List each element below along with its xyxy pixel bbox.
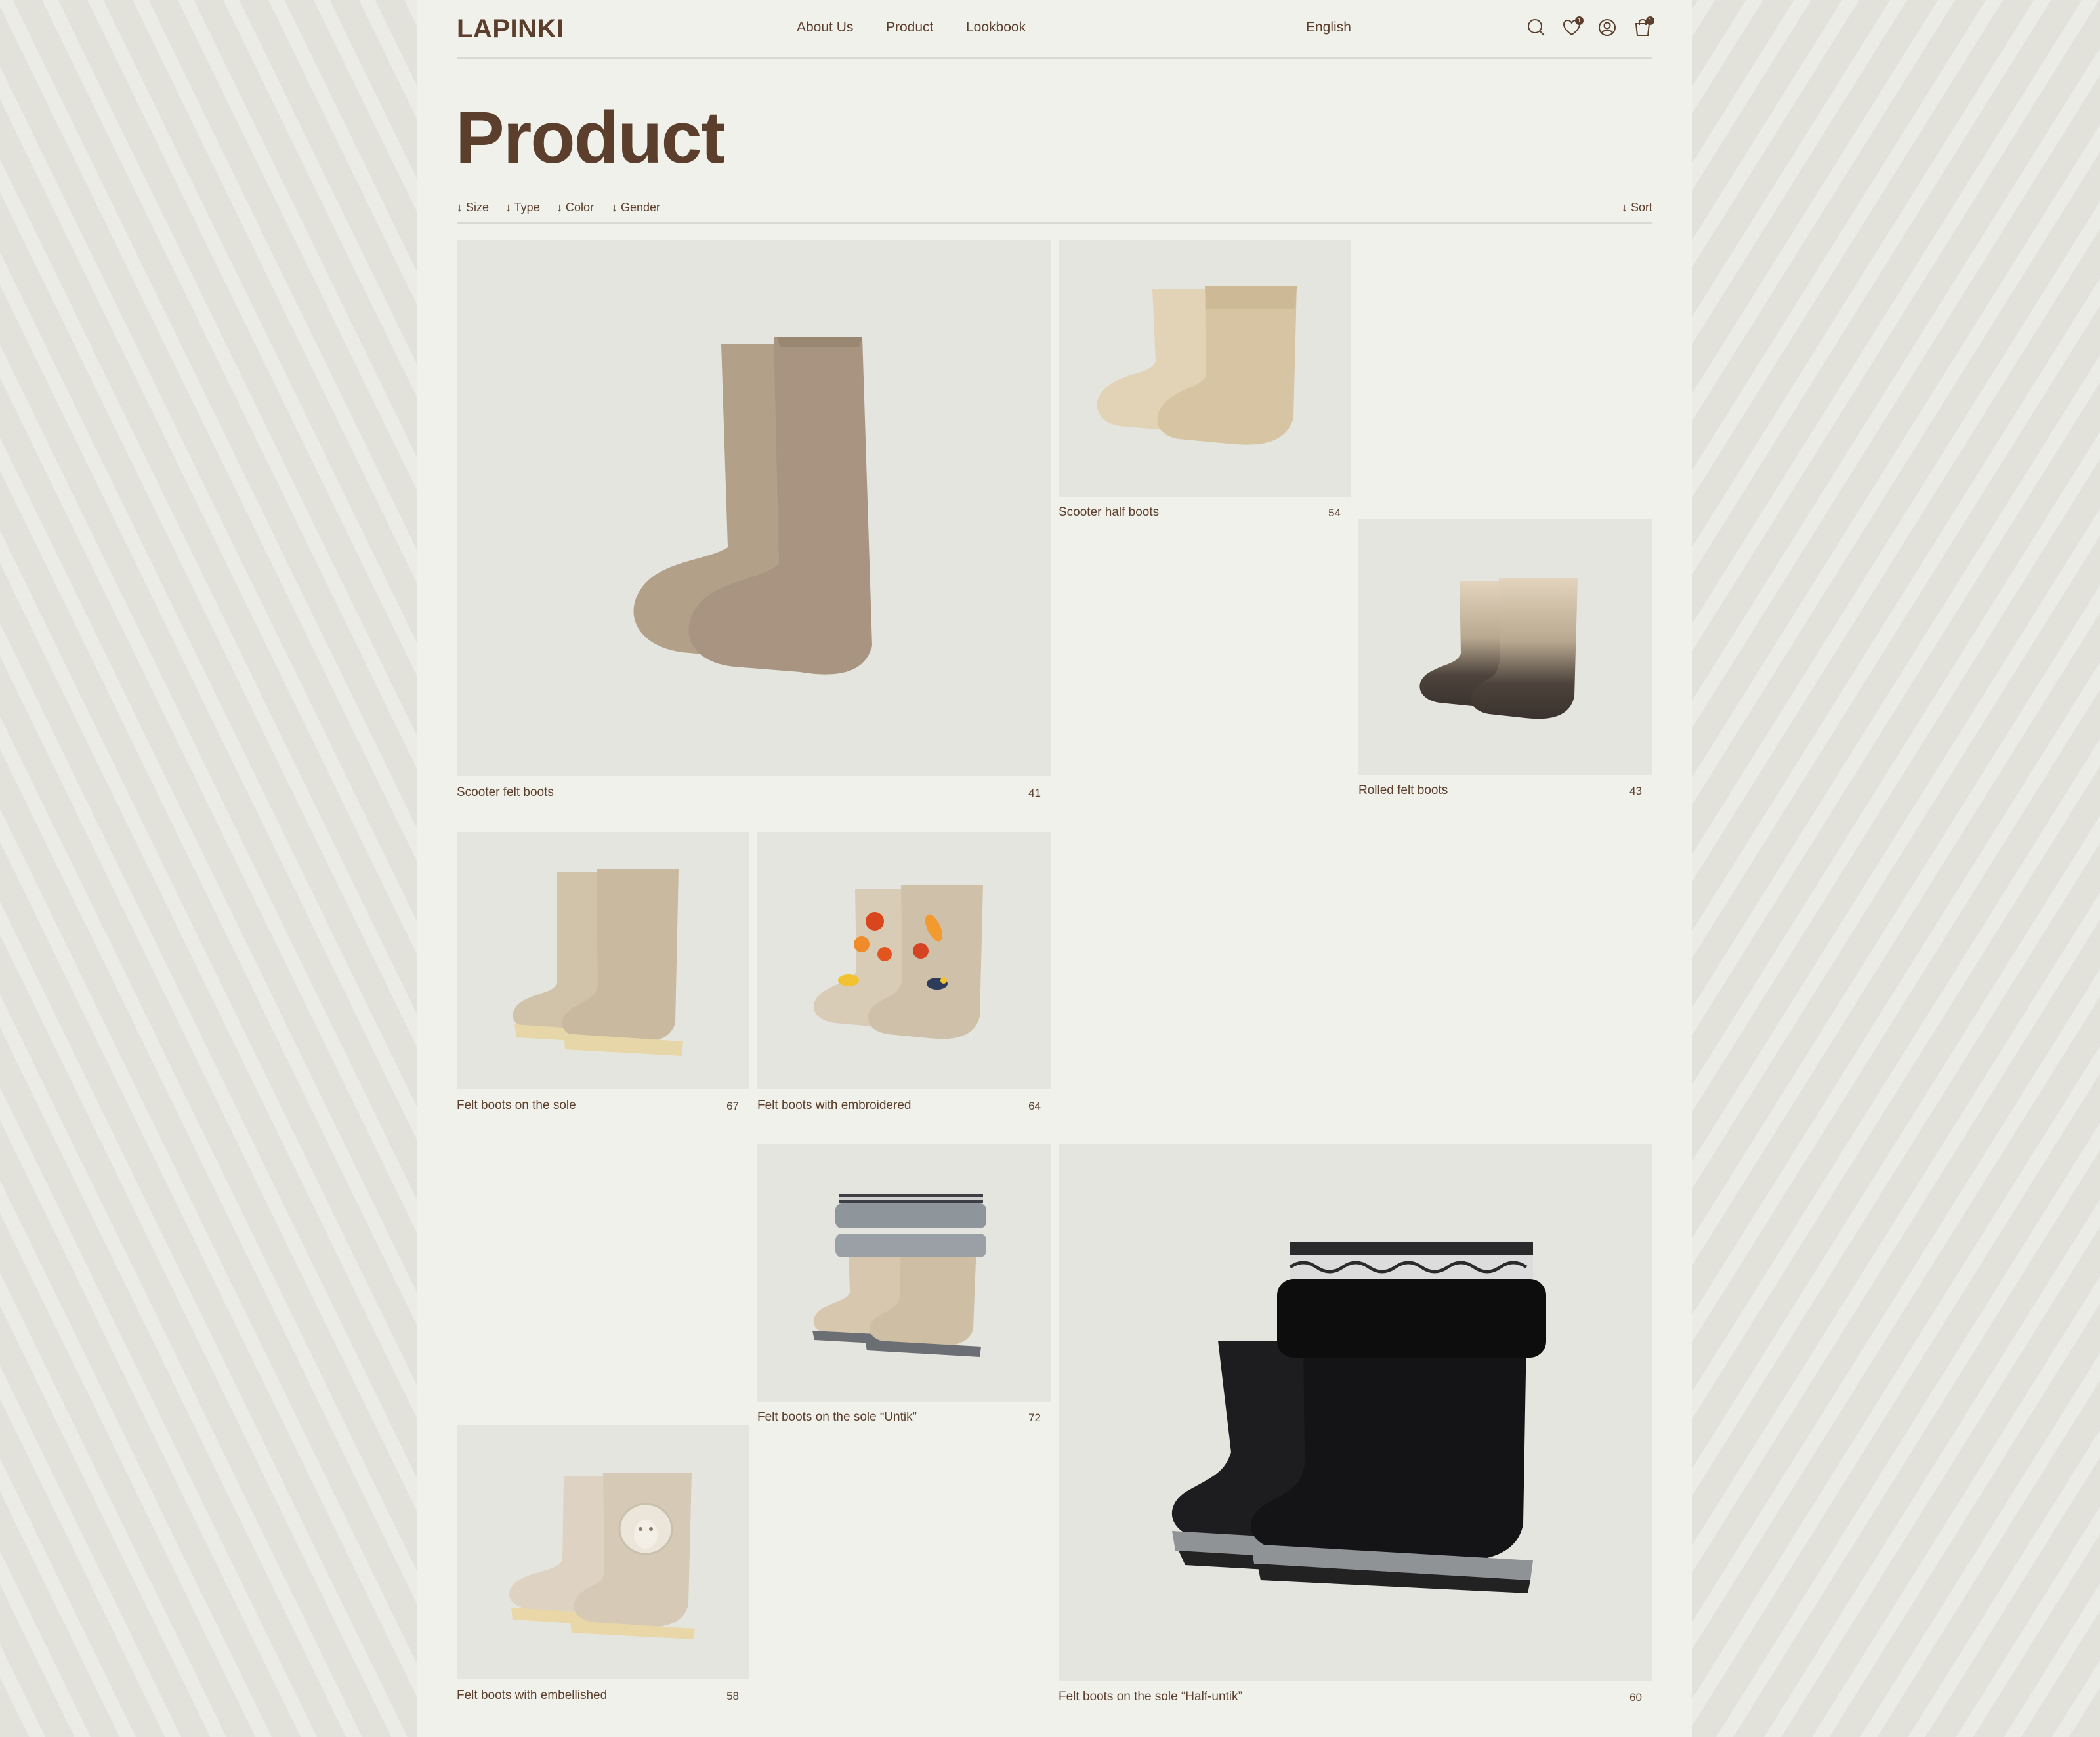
product-name: Scooter felt boots bbox=[457, 785, 554, 799]
tall-felt-boots-image bbox=[633, 337, 872, 675]
product-image bbox=[1059, 240, 1351, 497]
product-card[interactable]: Felt boots with embroidered 64 bbox=[757, 832, 1051, 1114]
filter-bar: ↓ Size ↓ Type ↓ Color ↓ Gender ↓ Sort bbox=[457, 197, 1652, 224]
product-card[interactable]: Felt boots on the sole “Untik” 72 bbox=[757, 1144, 1051, 1427]
page: LAPINKI About Us Product Lookbook Englis… bbox=[417, 0, 1692, 1737]
product-card[interactable]: Scooter half boots 54 bbox=[1059, 240, 1351, 522]
nav-about-us[interactable]: About Us bbox=[797, 20, 853, 35]
product-card[interactable]: Scooter felt boots 41 bbox=[457, 240, 1051, 804]
product-size: 60 bbox=[1629, 1691, 1642, 1704]
product-name: Felt boots on the sole “Half-untik” bbox=[1059, 1690, 1242, 1704]
tall-boots-sole-image bbox=[513, 868, 683, 1056]
filter-type[interactable]: ↓ Type bbox=[505, 201, 540, 215]
untik-fur-boots-image bbox=[812, 1194, 986, 1357]
product-image bbox=[757, 1144, 1051, 1402]
wishlist-count-badge: 1 bbox=[1575, 16, 1584, 25]
filter-size[interactable]: ↓ Size bbox=[457, 201, 489, 215]
product-size: 72 bbox=[1028, 1412, 1041, 1424]
product-image bbox=[1059, 1144, 1652, 1681]
account-icon[interactable] bbox=[1597, 18, 1617, 37]
product-size: 67 bbox=[726, 1100, 739, 1112]
short-cream-boots-image bbox=[1097, 286, 1297, 445]
background-pattern-left bbox=[0, 0, 417, 1737]
sheep-embellished-boots-image bbox=[509, 1473, 695, 1639]
filter-gender[interactable]: ↓ Gender bbox=[612, 201, 660, 215]
nav-lookbook[interactable]: Lookbook bbox=[966, 20, 1026, 35]
product-name: Felt boots with embellished bbox=[457, 1688, 608, 1702]
product-image bbox=[1358, 519, 1652, 775]
product-size: 64 bbox=[1028, 1100, 1041, 1112]
language-selector[interactable]: English bbox=[1306, 20, 1351, 35]
sort-button[interactable]: ↓ Sort bbox=[1622, 201, 1652, 215]
cart-icon[interactable]: 1 bbox=[1633, 16, 1654, 37]
product-card[interactable]: Felt boots with embellished 58 bbox=[457, 1425, 749, 1711]
product-name: Felt boots on the sole “Untik” bbox=[757, 1410, 917, 1424]
product-card[interactable]: Felt boots on the sole “Half-untik” 60 bbox=[1059, 1144, 1652, 1711]
search-icon[interactable] bbox=[1526, 18, 1546, 37]
background-pattern-right bbox=[1692, 0, 2100, 1737]
product-image bbox=[457, 240, 1051, 776]
product-name: Felt boots with embroidered bbox=[757, 1099, 912, 1112]
product-card[interactable]: Felt boots on the sole 67 bbox=[457, 832, 749, 1114]
product-size: 54 bbox=[1328, 507, 1341, 519]
filter-color[interactable]: ↓ Color bbox=[556, 201, 594, 215]
product-name: Rolled felt boots bbox=[1358, 784, 1448, 797]
cart-count-badge: 1 bbox=[1646, 16, 1654, 25]
ombre-felt-boots-image bbox=[1419, 578, 1578, 719]
product-image bbox=[457, 1425, 749, 1679]
site-header: LAPINKI About Us Product Lookbook Englis… bbox=[457, 0, 1654, 59]
logo[interactable]: LAPINKI bbox=[457, 14, 564, 44]
half-untik-black-boots-image bbox=[1171, 1242, 1546, 1593]
product-name: Scooter half boots bbox=[1059, 505, 1160, 519]
product-size: 43 bbox=[1629, 785, 1642, 797]
product-image bbox=[457, 832, 749, 1089]
product-size: 41 bbox=[1028, 787, 1041, 799]
embroidered-boots-image bbox=[813, 885, 983, 1039]
product-card[interactable]: Rolled felt boots 43 bbox=[1358, 519, 1652, 801]
nav-product[interactable]: Product bbox=[886, 20, 933, 35]
page-title: Product bbox=[455, 96, 725, 178]
product-size: 58 bbox=[726, 1690, 739, 1702]
product-name: Felt boots on the sole bbox=[457, 1099, 576, 1112]
wishlist-icon[interactable]: 1 bbox=[1562, 16, 1584, 37]
product-image bbox=[757, 832, 1051, 1089]
